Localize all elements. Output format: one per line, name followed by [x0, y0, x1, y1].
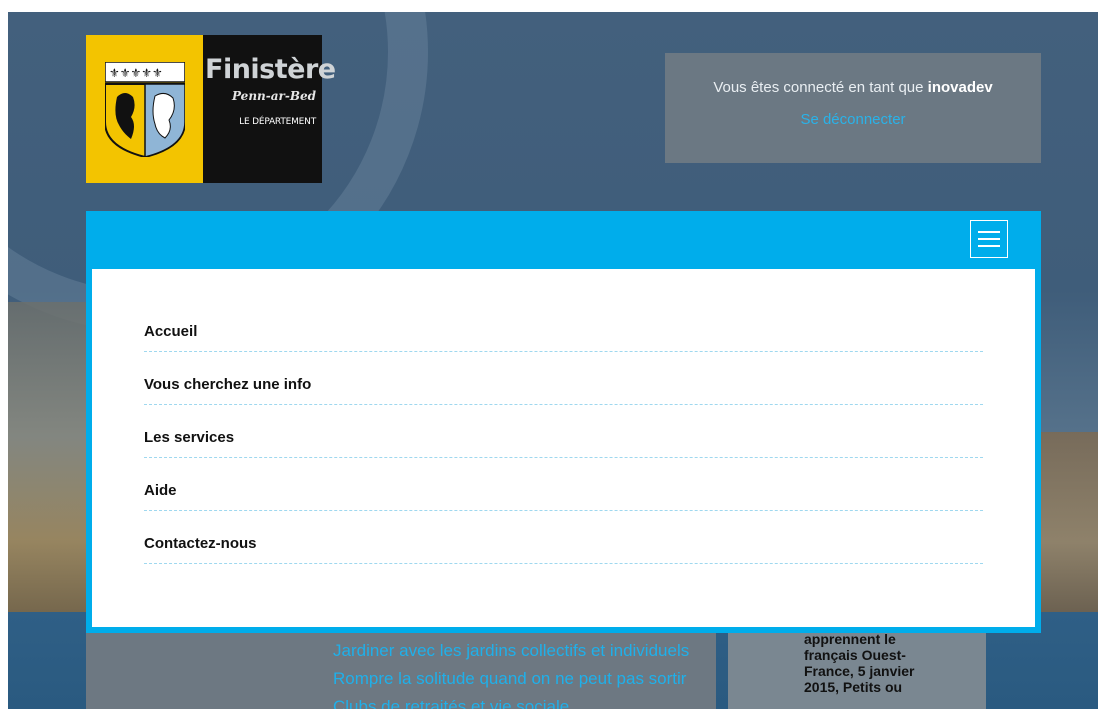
logo-subtitle: Penn-ar-Bed — [231, 89, 316, 103]
coat-of-arms-icon: ⚜⚜⚜⚜⚜ — [86, 35, 203, 183]
navigation-menu-panel: Accueil Vous cherchez une info Les servi… — [86, 211, 1041, 633]
menu-item-vous-cherchez-une-info[interactable]: Vous cherchez une info — [144, 352, 983, 405]
login-prefix: Vous êtes connecté en tant que — [713, 79, 928, 96]
background-rock-left — [8, 302, 98, 642]
logout-link[interactable]: Se déconnecter — [800, 111, 905, 128]
navigation-menu: Accueil Vous cherchez une info Les servi… — [92, 269, 1035, 627]
side-article-text[interactable]: apprennent le français Ouest-France, 5 j… — [804, 631, 924, 695]
menu-item-accueil[interactable]: Accueil — [144, 316, 983, 352]
side-article-box: apprennent le français Ouest-France, 5 j… — [728, 622, 986, 709]
svg-text:⚜⚜⚜⚜⚜: ⚜⚜⚜⚜⚜ — [109, 66, 163, 80]
logo-title: Finistère — [205, 54, 336, 85]
content-link[interactable]: Rompre la solitude quand on ne peut pas … — [333, 669, 686, 689]
page-viewport: ⚜⚜⚜⚜⚜ Finistère Penn-ar-Bed LE DÉPARTEME… — [8, 12, 1098, 709]
menu-item-aide[interactable]: Aide — [144, 458, 983, 511]
content-section: Jardiner avec les jardins collectifs et … — [86, 632, 716, 709]
login-status-text: Vous êtes connecté en tant que inovadev — [665, 79, 1041, 96]
menu-list: Accueil Vous cherchez une info Les servi… — [144, 316, 983, 564]
login-username: inovadev — [927, 79, 993, 96]
hamburger-icon[interactable] — [970, 220, 1008, 258]
site-logo[interactable]: ⚜⚜⚜⚜⚜ Finistère Penn-ar-Bed LE DÉPARTEME… — [86, 35, 336, 183]
menu-item-contactez-nous[interactable]: Contactez-nous — [144, 511, 983, 564]
menu-item-les-services[interactable]: Les services — [144, 405, 983, 458]
logo-department: LE DÉPARTEMENT — [239, 117, 316, 127]
content-link[interactable]: Jardiner avec les jardins collectifs et … — [333, 641, 689, 661]
login-status-box: Vous êtes connecté en tant que inovadev … — [665, 53, 1041, 163]
content-link[interactable]: Clubs de retraités et vie sociale — [333, 697, 569, 709]
logo-text-panel: Finistère Penn-ar-Bed LE DÉPARTEMENT — [203, 35, 336, 183]
